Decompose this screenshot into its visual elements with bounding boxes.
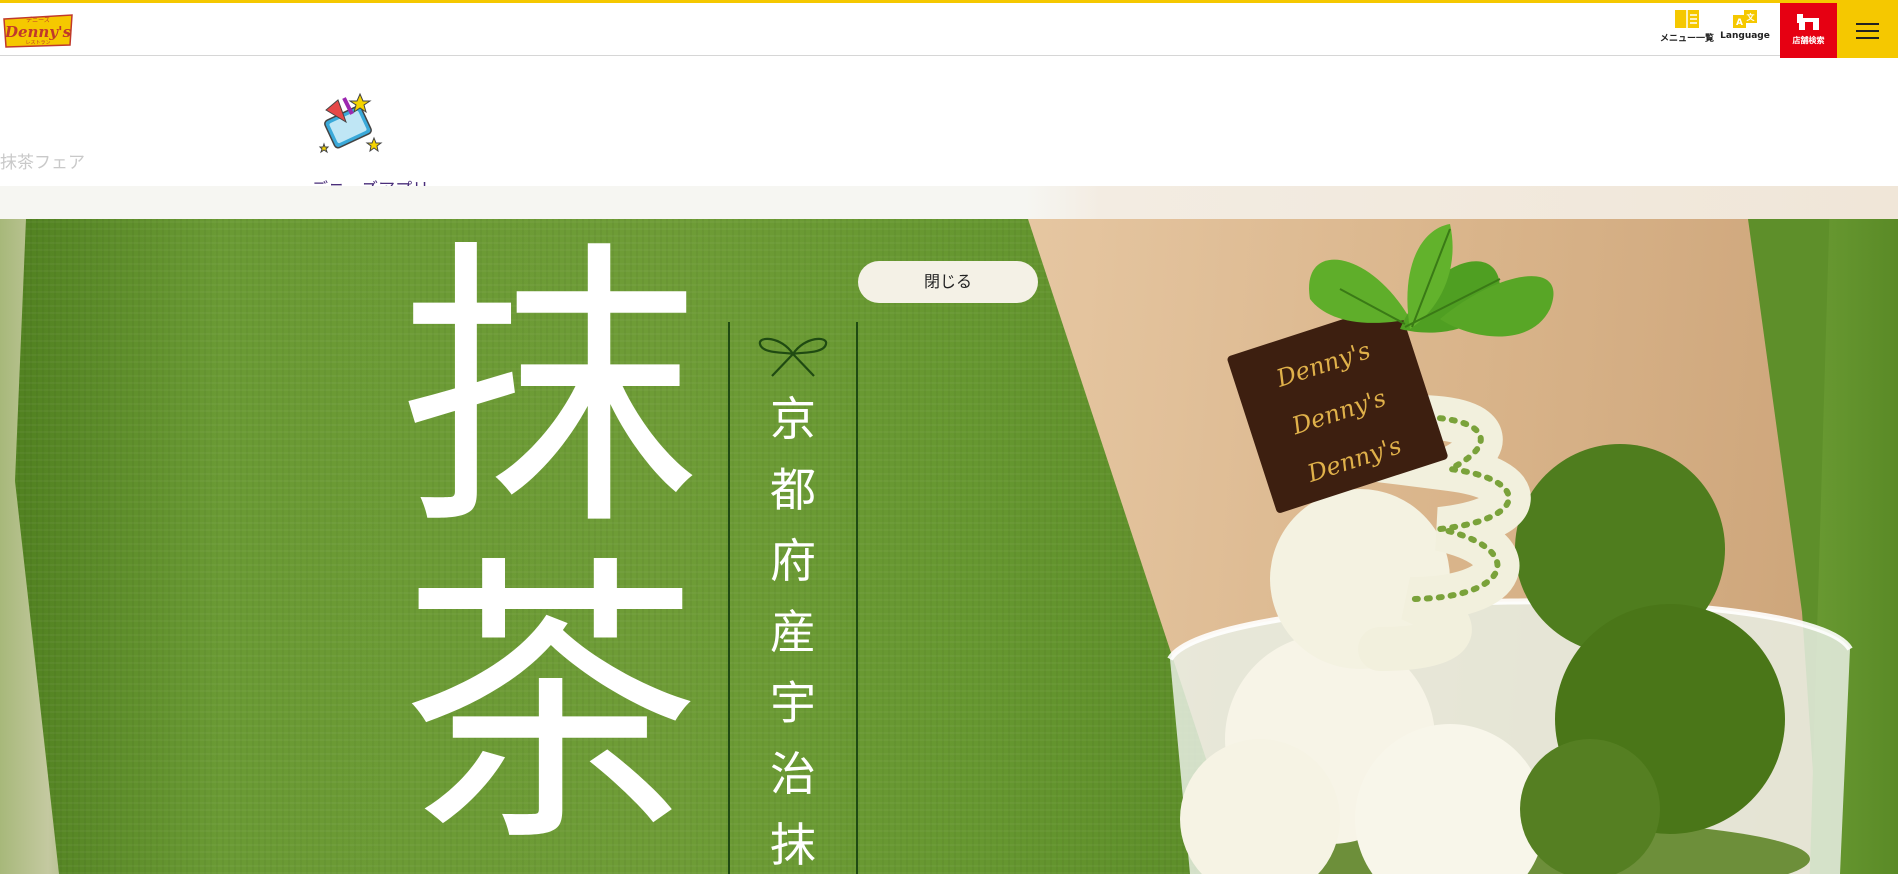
vertical-rule-left bbox=[728, 322, 730, 874]
vertical-subtitle: 京都府産宇治抹 bbox=[770, 392, 816, 872]
hamburger-menu-button[interactable] bbox=[1837, 3, 1898, 58]
svg-text:A: A bbox=[1736, 18, 1743, 28]
svg-text:文: 文 bbox=[1747, 12, 1756, 22]
hero-title-char-1: 抹 bbox=[400, 219, 700, 565]
hamburger-line bbox=[1856, 30, 1879, 32]
page-title: 抹茶フェア bbox=[0, 153, 85, 173]
hero-top-band bbox=[0, 186, 1898, 219]
vertical-rule-right bbox=[856, 322, 858, 874]
store-icon bbox=[1796, 14, 1819, 30]
dennys-logo[interactable]: デニーズ Denny's レストラン bbox=[0, 13, 76, 49]
ribbon-bow-icon bbox=[758, 337, 828, 377]
hero-banner: 抹 茶 京都府産宇治抹 Denny's Denny's Denny's 閉じる bbox=[0, 219, 1898, 874]
hamburger-icon bbox=[1856, 23, 1879, 25]
close-button[interactable]: 閉じる bbox=[858, 261, 1038, 303]
hero-title-char-2: 茶 bbox=[400, 532, 700, 874]
hamburger-line bbox=[1856, 37, 1879, 39]
store-search-button[interactable]: 店舗検索 bbox=[1780, 3, 1837, 58]
language-button[interactable]: A 文 Language bbox=[1720, 9, 1770, 49]
menu-list-label: メニュー一覧 bbox=[1660, 34, 1715, 44]
app-icon[interactable] bbox=[316, 92, 386, 156]
logo-text: Denny's bbox=[4, 23, 72, 41]
store-search-label: 店舗検索 bbox=[1792, 36, 1825, 45]
menu-list-button[interactable]: メニュー一覧 bbox=[1660, 9, 1714, 49]
language-label: Language bbox=[1720, 31, 1770, 41]
language-icon: A 文 bbox=[1733, 10, 1757, 28]
logo-subtext-bottom: レストラン bbox=[25, 40, 50, 46]
menu-book-icon bbox=[1675, 10, 1699, 28]
site-header: デニーズ Denny's レストラン メニュー一覧 A 文 Language 店… bbox=[0, 0, 1898, 58]
matcha-parfait-image: Denny's Denny's Denny's bbox=[1167, 224, 1853, 874]
